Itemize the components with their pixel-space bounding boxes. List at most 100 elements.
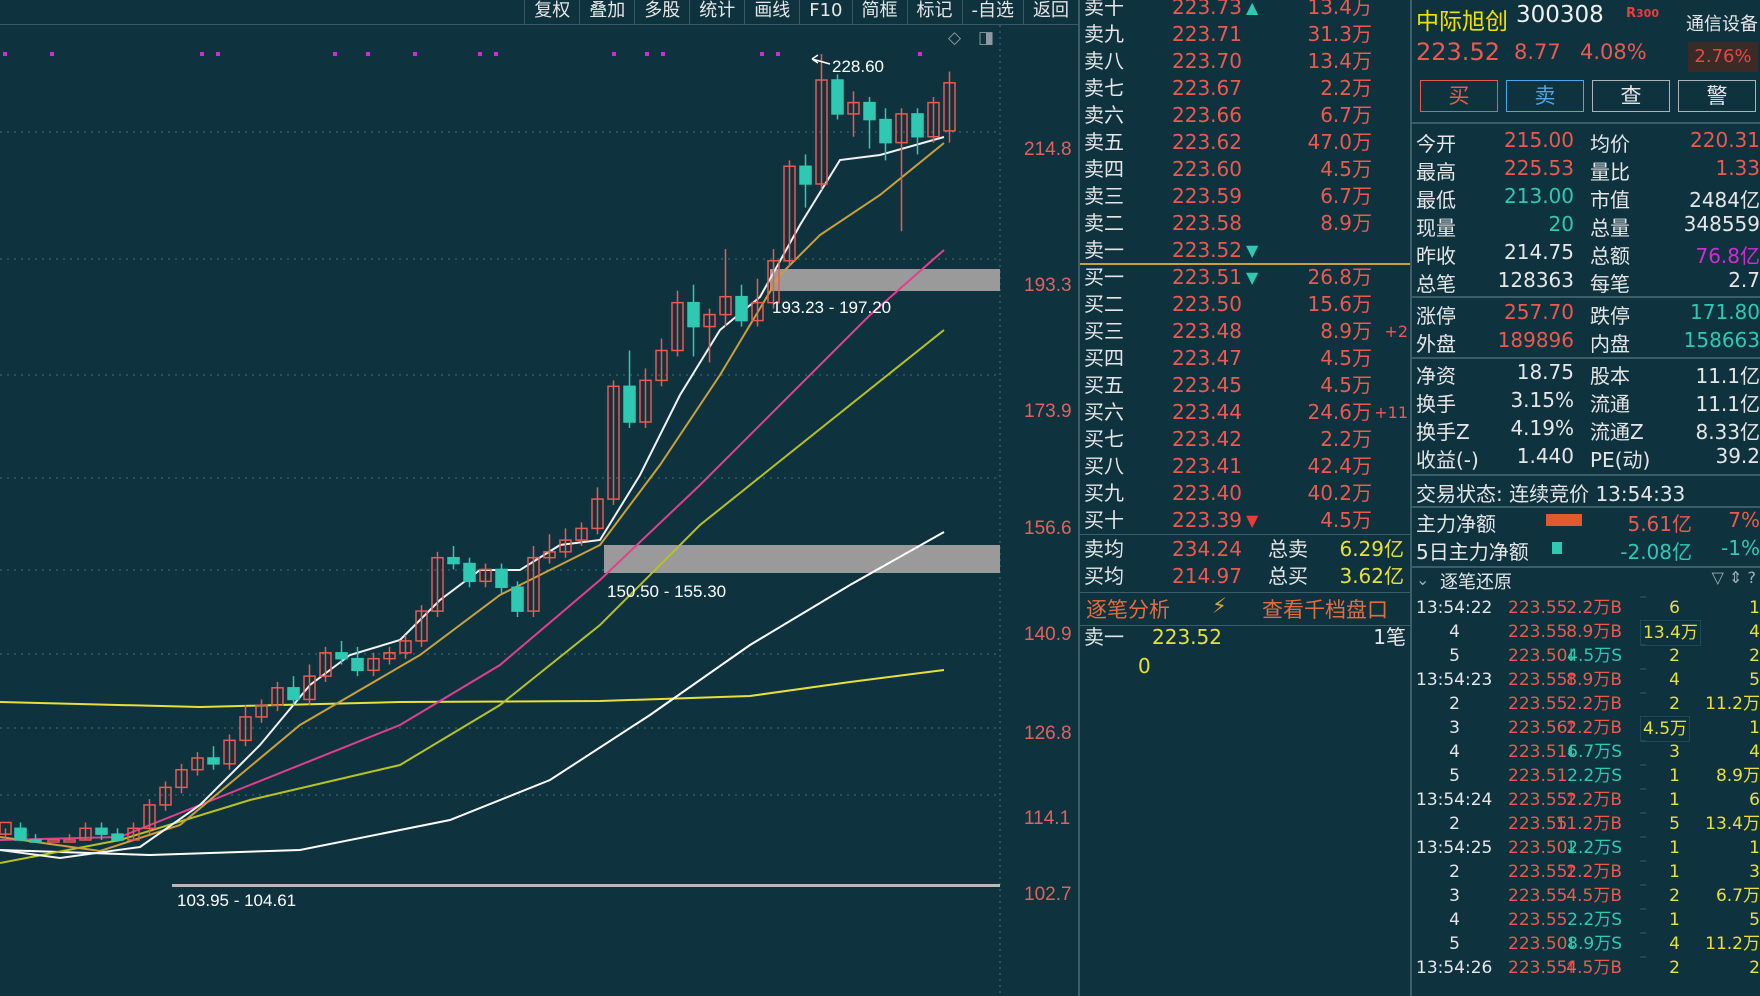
trade-status: 交易状态: 连续竞价 13:54:33 [1416, 482, 1686, 506]
buy-summary-row: 买均 214.97 总买 3.62亿 [1080, 563, 1410, 590]
stat-label: 市值 [1590, 188, 1630, 212]
toolbar-stats-button[interactable]: 统计 [689, 0, 744, 24]
candle-body [14, 827, 27, 841]
tick-volume: 2.2万B [1566, 718, 1622, 738]
tick-orders: 2 [1749, 958, 1760, 978]
price-axis-tick: 126.8 [1024, 723, 1072, 744]
tick-orders: 4 [1749, 742, 1760, 762]
level-volume: 4.5万 [1320, 157, 1372, 181]
ask-level-row: 卖十 223.73 13.4万 [1080, 0, 1410, 21]
tick-orders: 1 [1749, 598, 1760, 618]
candle-body [687, 301, 700, 328]
level-volume: 24.6万 [1307, 400, 1372, 424]
stat-label: 收益(-) [1416, 448, 1479, 472]
toolbar-mark-button[interactable]: 标记 [906, 0, 962, 24]
sector-change-pct: 2.76% [1688, 42, 1758, 72]
tick-volume: 4.5万B [1566, 886, 1622, 906]
tick-count: 2 [1669, 694, 1680, 714]
stat-value: 11.1亿 [1695, 392, 1760, 416]
tick-time: 2 [1449, 694, 1460, 714]
level-volume: 8.9万 [1320, 211, 1372, 235]
divider [1412, 357, 1760, 359]
tick-aggregate [1640, 596, 1646, 598]
price-axis-tick: 156.6 [1024, 518, 1072, 539]
sector-name[interactable]: 通信设备 [1686, 10, 1758, 36]
candle-body [623, 385, 636, 423]
tick-orders: 5 [1749, 670, 1760, 690]
toolbar-overlay-button[interactable]: 叠加 [579, 0, 634, 24]
tick-orders: 6 [1749, 790, 1760, 810]
level-label: 买四 [1084, 346, 1124, 370]
flow-pct: 7% [1728, 508, 1760, 532]
signal-dot [760, 52, 764, 56]
ask-level-row: 卖六 223.66 6.7万 [1080, 102, 1410, 129]
tick-row: 3 223.56 ↑ 2.2万B 4.5万 1 [1412, 716, 1760, 742]
signal-dot [3, 52, 7, 56]
price-change-pct: 4.08% [1580, 40, 1647, 64]
tick-volume: 8.9万B [1566, 622, 1622, 642]
toolbar-fuquan-button[interactable]: 复权 [524, 0, 579, 24]
level-price: 223.40 [1172, 481, 1242, 505]
tick-analysis-link[interactable]: 逐笔分析 [1086, 594, 1170, 624]
level-price: 223.71 [1172, 22, 1242, 46]
tick-time: 4 [1449, 742, 1460, 762]
bid-level-row: 买一 223.51 26.8万 [1080, 264, 1410, 291]
level-label: 卖九 [1084, 22, 1124, 46]
divider [1080, 534, 1410, 535]
toolbar-draw-button[interactable]: 画线 [744, 0, 799, 24]
tick-time: 3 [1449, 886, 1460, 906]
stat-label: 总量 [1590, 216, 1630, 240]
alert-button[interactable]: 警 [1678, 80, 1756, 112]
divider [1412, 474, 1760, 476]
toolbar-simple-frame-button[interactable]: 简框 [851, 0, 907, 24]
query-button[interactable]: 查 [1592, 80, 1670, 112]
tick-aggregate [1640, 788, 1646, 790]
kline-chart-panel[interactable]: 复权 叠加 多股 统计 画线 F10 简框 标记 -自选 返回 ◇ ◨ 214.… [0, 0, 1078, 996]
tick-count: 2 [1669, 646, 1680, 666]
tick-aggregate [1640, 668, 1646, 670]
rating-badge: R300 [1626, 6, 1659, 21]
zone-box-middle [604, 545, 1000, 573]
tick-volume: 4.5万S [1567, 646, 1622, 666]
candle-body [63, 839, 76, 843]
level-price: 223.42 [1172, 427, 1242, 451]
ask-level-row: 卖七 223.67 2.2万 [1080, 75, 1410, 102]
tick-time: 4 [1449, 622, 1460, 642]
buy-button[interactable]: 买 [1420, 80, 1498, 112]
sell-button[interactable]: 卖 [1506, 80, 1584, 112]
tick-row: 3 223.55 4.5万B 2 6.7万 [1412, 884, 1760, 908]
stat-label: 流通Z [1590, 420, 1644, 444]
toolbar-watchlist-button[interactable]: -自选 [961, 0, 1024, 24]
tick-count: 1 [1669, 862, 1680, 882]
signal-dot [200, 52, 204, 56]
toolbar-back-button[interactable]: 返回 [1023, 0, 1078, 24]
signal-dot [478, 52, 482, 56]
candle-body [47, 839, 60, 843]
toolbar-f10-button[interactable]: F10 [799, 0, 851, 24]
ticks-header: ⌄ 逐笔还原 ▽ ⇕ ? [1412, 568, 1760, 594]
tick-row: 5 223.50 ↓ 4.5万S 2 2 [1412, 644, 1760, 668]
stat-label: 最高 [1416, 160, 1456, 184]
tick-row: 4 223.55 2.2万S 1 5 [1412, 908, 1760, 932]
level-label: 买十 [1084, 508, 1124, 532]
stat-value: 348559 [1683, 212, 1760, 236]
candle-body [351, 657, 364, 672]
tick-time: 13:54:25 [1416, 838, 1493, 858]
level-volume: 31.3万 [1307, 22, 1372, 46]
zone-label-middle: 150.50 - 155.30 [607, 582, 726, 601]
stat-label: 净资 [1416, 364, 1456, 388]
collapse-icon[interactable]: ⌄ [1416, 570, 1429, 589]
stat-value: 76.8亿 [1695, 244, 1760, 268]
tick-aggregate [1640, 836, 1646, 838]
filter-sort-help-icons[interactable]: ▽ ⇕ ? [1712, 568, 1756, 587]
toolbar-multi-stock-button[interactable]: 多股 [634, 0, 689, 24]
level-price: 223.62 [1172, 130, 1242, 154]
last-price: 223.52 [1416, 38, 1500, 66]
signal-dot [918, 52, 922, 56]
depth-view-link[interactable]: 查看千档盘口 [1262, 594, 1388, 624]
tick-price: 223.55 [1508, 910, 1568, 930]
tick-count: 1 [1669, 790, 1680, 810]
flow-bar [1546, 514, 1582, 526]
stat-value: 18.75 [1516, 360, 1574, 384]
level-label: 卖四 [1084, 157, 1124, 181]
